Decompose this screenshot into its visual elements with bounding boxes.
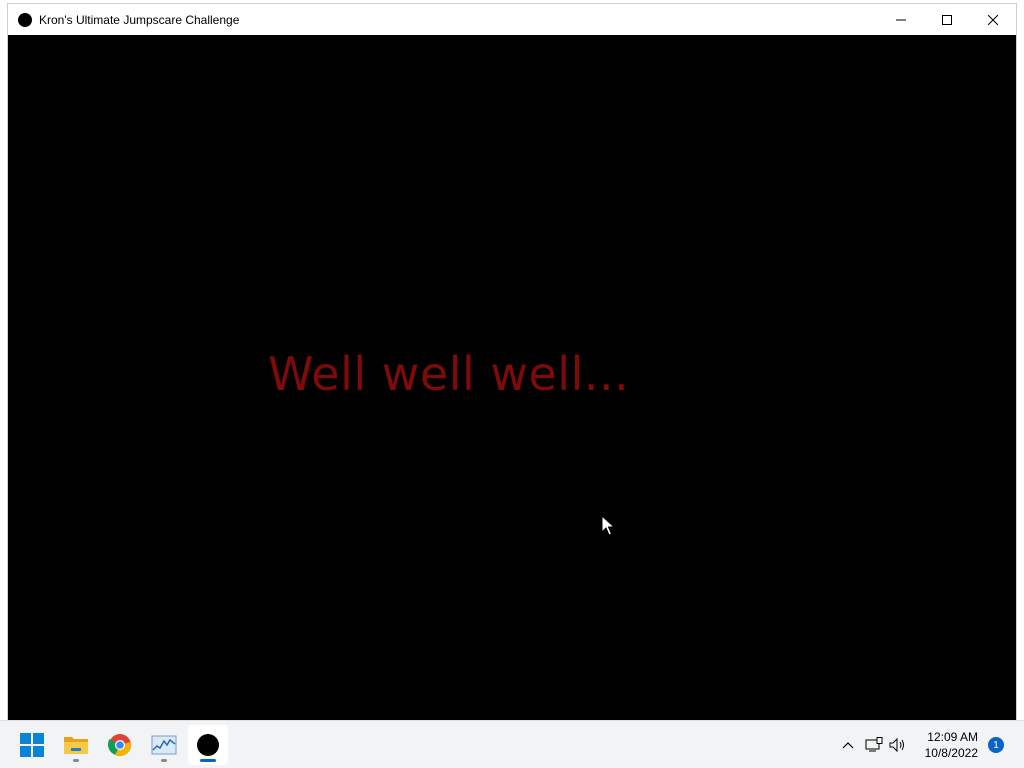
minimize-icon xyxy=(896,19,906,20)
network-button[interactable] xyxy=(864,735,884,755)
resource-monitor-icon xyxy=(151,735,177,755)
chrome-icon xyxy=(108,734,131,756)
title-bar[interactable]: Kron's Ultimate Jumpscare Challenge xyxy=(8,4,1016,35)
game-message: Well well well... xyxy=(268,347,630,401)
taskbar: 12:09 AM 10/8/2022 1 xyxy=(0,720,1024,768)
maximize-icon xyxy=(942,14,952,25)
volume-icon xyxy=(889,737,904,753)
active-indicator xyxy=(200,759,216,762)
volume-button[interactable] xyxy=(888,735,908,755)
running-indicator xyxy=(161,759,167,762)
game-canvas[interactable]: Well well well... xyxy=(8,35,1016,720)
close-icon xyxy=(988,14,998,25)
close-button[interactable] xyxy=(970,4,1016,35)
windows-start-icon xyxy=(20,733,44,757)
app-window: Kron's Ultimate Jumpscare Challenge Well… xyxy=(8,4,1016,720)
taskbar-clock[interactable]: 12:09 AM 10/8/2022 xyxy=(925,729,978,761)
window-controls xyxy=(878,4,1016,35)
black-circle-icon xyxy=(197,734,219,756)
minimize-button[interactable] xyxy=(878,4,924,35)
chevron-up-icon xyxy=(842,742,854,749)
folder-icon xyxy=(64,737,88,754)
notification-badge[interactable]: 1 xyxy=(988,737,1004,753)
app-icon xyxy=(18,12,32,27)
start-button[interactable] xyxy=(12,725,52,765)
network-icon xyxy=(865,737,883,752)
window-title: Kron's Ultimate Jumpscare Challenge xyxy=(39,12,240,27)
taskbar-chrome[interactable] xyxy=(100,725,140,765)
taskbar-task-manager[interactable] xyxy=(144,725,184,765)
mouse-cursor-icon xyxy=(601,515,615,536)
maximize-button[interactable] xyxy=(924,4,970,35)
taskbar-file-explorer[interactable] xyxy=(56,725,96,765)
system-tray: 12:09 AM 10/8/2022 1 xyxy=(824,721,1024,768)
show-hidden-icons-button[interactable] xyxy=(838,735,858,755)
clock-date: 10/8/2022 xyxy=(924,746,978,760)
taskbar-jumpscare-game[interactable] xyxy=(188,725,228,765)
running-indicator xyxy=(73,759,79,762)
clock-time: 12:09 AM xyxy=(927,730,978,744)
